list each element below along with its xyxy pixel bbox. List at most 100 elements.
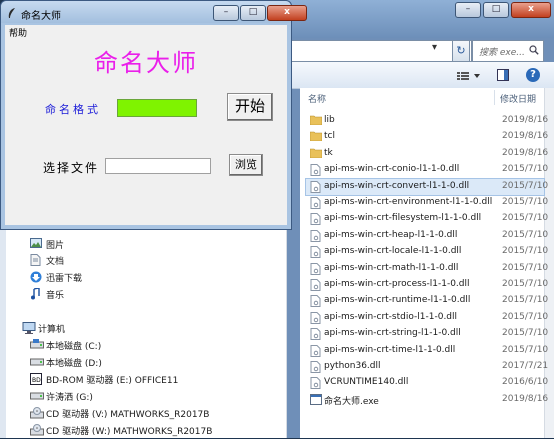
file-date: 2015/7/10 [502,246,549,257]
explorer-minimize-button[interactable]: – [455,2,481,18]
refresh-icon[interactable]: ↻ [452,40,470,62]
nav-item[interactable]: 文档 [0,252,280,268]
file-name: api-ms-win-crt-process-l1-1-0.dll [324,279,470,289]
nav-item[interactable]: 迅雷下载 [0,269,280,285]
file-date: 2015/7/10 [502,262,549,273]
view-options-icon[interactable] [456,70,482,82]
dll-file-icon [310,180,321,196]
dll-file-icon [310,344,321,360]
file-name: api-ms-win-crt-heap-l1-1-0.dll [324,229,458,240]
nav-item[interactable]: 计算机 [0,320,280,336]
file-date: 2015/7/10 [502,328,549,339]
dll-file-icon [310,246,321,261]
app-title: 命名大师 [21,11,61,22]
nav-item-label: 文档 [46,257,65,267]
file-row[interactable]: api-ms-win-crt-heap-l1-1-0.dll 2015/7/10 [306,228,548,244]
format-color-box[interactable] [117,99,197,117]
file-row[interactable]: api-ms-win-crt-math-l1-1-0.dll 2015/7/10 [306,261,548,277]
music-icon [30,287,40,303]
file-row[interactable]: api-ms-win-crt-filesystem-l1-1-0.dll 2015… [306,211,548,227]
file-row[interactable]: api-ms-win-crt-time-l1-1-0.dll 2015/7/10 [306,343,548,360]
column-date[interactable]: 修改日期 [500,92,536,105]
nav-item[interactable]: 本地磁盘 (D:) [0,354,280,370]
file-date: 2015/7/10 [502,213,549,224]
file-row[interactable]: 命名大师.exe 2019/8/16 [306,392,548,408]
preview-pane-icon[interactable] [497,69,509,81]
nav-item[interactable]: CD 驱动器 (V:) MATHWORKS_R2017B [0,405,280,421]
address-dropdown-icon[interactable]: ▾ [432,42,437,53]
file-row[interactable]: VCRUNTIME140.dll 2016/6/10 [306,375,548,392]
file-name: python36.dll [324,361,381,371]
dll-file-icon [310,328,321,343]
folder-icon [309,131,323,144]
file-row[interactable]: api-ms-win-crt-process-l1-1-0.dll 2015/7/… [306,277,548,294]
nav-item-label: 本地磁盘 (C:) [46,342,102,352]
file-row[interactable]: lib 2019/8/16 [306,113,548,129]
file-name: tcl [324,131,335,142]
search-placeholder: 搜索 exe... [479,48,525,58]
search-icon[interactable] [529,45,539,58]
nav-item[interactable]: CD 驱动器 (W:) MATHWORKS_R2017B [0,422,280,438]
svg-text:BD: BD [32,377,41,384]
nav-item[interactable]: BD BD-ROM 驱动器 (E:) OFFICE11 [0,371,280,387]
file-date: 2015/7/10 [502,164,549,175]
drive-icon [30,356,44,369]
app-maximize-button[interactable]: □ [240,5,266,21]
app-close-button[interactable]: x [267,5,307,21]
file-date: 2016/6/10 [502,377,549,388]
folder-icon [309,148,323,161]
file-row[interactable]: tk 2019/8/16 [306,146,548,162]
file-name: api-ms-win-crt-math-l1-1-0.dll [324,262,459,273]
explorer-close-button[interactable]: x [511,2,551,18]
file-name: tk [324,147,333,158]
file-date: 2015/7/10 [502,180,549,191]
nav-item[interactable]: 音乐 [0,286,280,302]
file-row[interactable]: api-ms-win-crt-runtime-l1-1-0.dll 2015/7/… [306,293,548,309]
file-date: 2015/7/10 [502,295,549,306]
app-minimize-button[interactable]: – [213,5,239,21]
dll-file-icon [310,377,321,392]
file-row[interactable]: api-ms-win-crt-locale-l1-1-0.dll 2015/7/1… [306,244,548,261]
nav-item[interactable]: 本地磁盘 (C:) [0,337,280,353]
file-row[interactable]: api-ms-win-crt-environment-l1-1-0.dll 201… [306,195,548,211]
start-button[interactable]: 开始 [227,93,273,121]
file-date: 2015/7/10 [502,197,549,207]
column-separator[interactable] [494,90,495,105]
app-caption-buttons: – □ x [213,5,307,21]
dll-file-icon [310,279,321,294]
app-titlebar[interactable]: 命名大师 – □ x [1,1,307,23]
nav-item-label: BD-ROM 驱动器 (E:) OFFICE11 [46,376,179,386]
nav-item-label: 图片 [46,241,65,251]
app-client-area: 命名大师 命名格式 开始 选择文件 浏览 [5,39,287,225]
file-date: 2019/8/16 [502,147,549,158]
computer-icon [22,322,36,337]
help-icon[interactable]: ? [526,68,540,82]
file-row[interactable]: api-ms-win-crt-conio-l1-1-0.dll 2015/7/10 [306,162,548,179]
file-path-input[interactable] [105,158,211,174]
menu-bar: 帮助 [5,25,287,39]
drive-c-icon [30,339,44,352]
file-row[interactable]: python36.dll 2017/7/21 [306,359,548,375]
file-row[interactable]: tcl 2019/8/16 [306,129,548,145]
file-row[interactable]: api-ms-win-crt-string-l1-1-0.dll 2015/7/1… [306,326,548,343]
browse-button[interactable]: 浏览 [229,154,263,176]
file-name: api-ms-win-crt-locale-l1-1-0.dll [324,246,462,257]
folder-icon [309,115,323,128]
dll-file-icon [310,164,321,179]
nav-item[interactable]: 图片 [0,236,280,252]
dll-file-icon [310,311,321,327]
address-bar[interactable] [290,40,472,62]
explorer-maximize-button[interactable]: □ [483,2,509,18]
file-row[interactable]: api-ms-win-crt-stdio-l1-1-0.dll 2015/7/10 [306,310,548,327]
nav-item[interactable]: 许涛洒 (G:) [0,388,280,404]
feather-icon [7,7,17,22]
pictures-icon [30,238,42,251]
app-window: 命名大师 – □ x 帮助 命名大师 命名格式 开始 选择文件 浏览 [0,0,307,230]
column-header: 名称 修改日期 [300,88,554,107]
file-date: 2019/8/16 [502,393,549,404]
file-row[interactable]: api-ms-win-crt-convert-l1-1-0.dll 2015/7/… [305,177,548,196]
search-box[interactable]: 搜索 exe... [472,40,544,62]
menu-help[interactable]: 帮助 [9,26,27,39]
column-name[interactable]: 名称 [308,92,326,105]
file-name: api-ms-win-crt-environment-l1-1-0.dll [324,197,493,207]
